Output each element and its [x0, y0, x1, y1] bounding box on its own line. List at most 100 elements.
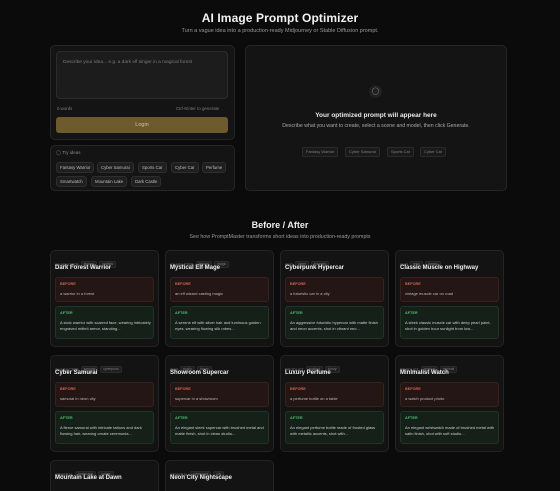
- before-text: supercar in a showroom: [175, 396, 218, 401]
- before-text: a watch product photo: [405, 396, 445, 401]
- card-title: Mystical Elf Mage: [170, 265, 221, 271]
- output-placeholder-desc: Describe what you want to create, select…: [282, 123, 470, 129]
- before-text: a perfume bottle on a table: [290, 396, 338, 401]
- before-box: BEFORE a warrior in a forest: [55, 277, 154, 302]
- before-box: BEFORE a watch product photo: [400, 382, 499, 407]
- before-text: a futuristic car in a city: [290, 291, 330, 296]
- idea-chip[interactable]: Smartwatch: [56, 176, 87, 187]
- card-category-line: CAR studio luxury: [170, 361, 212, 374]
- card-title: Showroom Supercar: [170, 370, 229, 376]
- after-box: AFTER A stoic warrior with scarred face, …: [55, 306, 154, 339]
- idea-textarea[interactable]: Describe your idea... e.g. a dark elf si…: [56, 51, 228, 99]
- before-text: vintage muscle car on road: [405, 291, 454, 296]
- shortcut-hint: Ctrl+Enter to generate: [176, 106, 220, 111]
- output-idea-chip[interactable]: Sports Car: [387, 147, 415, 157]
- page-subtitle: Turn a vague idea into a production-read…: [181, 28, 379, 34]
- after-label: AFTER: [60, 416, 73, 420]
- output-placeholder-title: Your optimized prompt will appear here: [315, 112, 437, 119]
- after-box: AFTER An elegant wristwatch made of brush…: [400, 411, 499, 444]
- before-text: a warrior in a forest: [60, 291, 95, 296]
- card-tag: cyberpunk: [100, 366, 122, 374]
- after-text: A serene elf with silver hair and lumino…: [175, 320, 261, 331]
- before-box: BEFORE an elf wizard casting magic: [170, 277, 269, 302]
- card-title: Dark Forest Warrior: [55, 265, 112, 271]
- showcase-title: Before / After: [251, 220, 309, 230]
- card-category-line: GENERAL cyberpunk city: [170, 466, 225, 479]
- after-box: AFTER A sleek classic muscle car with dee…: [400, 306, 499, 339]
- card-category-line: PRODUCT product luxury: [285, 361, 340, 374]
- card-title: Neon City Nightscape: [170, 475, 233, 481]
- after-text: A fierce samurai with intricate tattoos …: [60, 425, 142, 436]
- idea-chip[interactable]: Mountain Lake: [91, 176, 128, 187]
- card-category-line: GENERAL landscape nature: [55, 466, 114, 479]
- example-card[interactable]: CAR retro classic Classic Muscle on Highway…: [395, 250, 504, 347]
- before-label: BEFORE: [175, 387, 191, 391]
- example-card[interactable]: CAR studio luxury Showroom Supercar BEFORE su…: [165, 355, 274, 452]
- after-text: An elegant sleek supercar with brushed m…: [175, 425, 264, 436]
- after-text: An elegant perfume bottle made of froste…: [290, 425, 376, 436]
- example-card[interactable]: CHARACTER fantasy magic Mystical Elf Mage BE…: [165, 250, 274, 347]
- example-card[interactable]: PRODUCT product minimal Minimalist Watch BEF…: [395, 355, 504, 452]
- idea-chip[interactable]: Perfume: [202, 162, 227, 173]
- card-category-line: CAR retro classic: [400, 256, 441, 269]
- after-label: AFTER: [405, 416, 418, 420]
- after-box: AFTER A serene elf with silver hair and l…: [170, 306, 269, 339]
- example-card[interactable]: PRODUCT product luxury Luxury Perfume BEFORE…: [280, 355, 389, 452]
- before-box: BEFORE a futuristic car in a city: [285, 277, 384, 302]
- login-button[interactable]: Login: [56, 117, 228, 133]
- example-card[interactable]: GENERAL cyberpunk city Neon City Nightscape: [165, 460, 274, 491]
- showcase-subtitle: See how PromptMaster transforms short id…: [189, 234, 371, 240]
- after-label: AFTER: [175, 311, 188, 315]
- card-title: Luxury Perfume: [285, 370, 331, 376]
- after-box: AFTER A fierce samurai with intricate tat…: [55, 411, 154, 444]
- after-text: A sleek classic muscle car with deep pea…: [405, 320, 491, 331]
- idea-chip[interactable]: Cyber Samurai: [97, 162, 134, 173]
- before-text: an elf wizard casting magic: [175, 291, 224, 296]
- after-text: An elegant wristwatch made of brushed me…: [405, 425, 495, 436]
- output-idea-chip[interactable]: Cyber Samurai: [345, 147, 380, 157]
- before-box: BEFORE samurai in neon city: [55, 382, 154, 407]
- example-card[interactable]: CHARACTER samurai cyberpunk Cyber Samurai BE…: [50, 355, 159, 452]
- try-ideas-label: Try ideas: [62, 150, 81, 155]
- after-box: AFTER An elegant perfume bottle made of f…: [285, 411, 384, 444]
- idea-chip[interactable]: Dark Castle: [131, 176, 162, 187]
- lightbulb-icon: ◯: [369, 85, 382, 98]
- idea-placeholder: Describe your idea... e.g. a dark elf si…: [63, 60, 193, 65]
- card-category-line: CHARACTER fantasy realistic: [55, 256, 117, 269]
- before-box: BEFORE a perfume bottle on a table: [285, 382, 384, 407]
- idea-chip[interactable]: Cyber Car: [171, 162, 199, 173]
- output-idea-chip[interactable]: Fantasy Warrior: [302, 147, 339, 157]
- after-box: AFTER An aggressive futuristic hypercar w…: [285, 306, 384, 339]
- output-idea-chip[interactable]: Cyber Car: [420, 147, 447, 157]
- page-title: AI Image Prompt Optimizer: [201, 11, 359, 25]
- try-ideas-header: ◯ Try ideas: [56, 150, 81, 156]
- card-title: Cyber Samurai: [55, 370, 98, 376]
- after-label: AFTER: [290, 311, 303, 315]
- idea-chip[interactable]: Sports Car: [138, 162, 167, 173]
- after-label: AFTER: [405, 311, 418, 315]
- example-card[interactable]: CAR cyber futuristic Cyberpunk Hypercar BEFO…: [280, 250, 389, 347]
- before-label: BEFORE: [405, 282, 421, 286]
- before-label: BEFORE: [405, 387, 421, 391]
- after-text: An aggressive futuristic hypercar with m…: [290, 320, 378, 331]
- card-title: Minimalist Watch: [400, 370, 449, 376]
- after-label: AFTER: [290, 416, 303, 420]
- after-label: AFTER: [60, 311, 73, 315]
- example-card[interactable]: GENERAL landscape nature Mountain Lake at D…: [50, 460, 159, 491]
- card-category-line: CHARACTER samurai cyberpunk: [55, 361, 122, 374]
- before-text: samurai in neon city: [60, 396, 96, 401]
- before-box: BEFORE vintage muscle car on road: [400, 277, 499, 302]
- card-title: Mountain Lake at Dawn: [55, 475, 122, 481]
- example-card[interactable]: CHARACTER fantasy realistic Dark Forest War…: [50, 250, 159, 347]
- after-box: AFTER An elegant sleek supercar with brus…: [170, 411, 269, 444]
- card-category-line: CAR cyber futuristic: [285, 256, 330, 269]
- lightbulb-icon: ◯: [56, 150, 62, 155]
- word-count: 0 words: [57, 106, 73, 111]
- idea-chip[interactable]: Fantasy Warrior: [56, 162, 95, 173]
- before-label: BEFORE: [60, 282, 76, 286]
- before-label: BEFORE: [60, 387, 76, 391]
- before-label: BEFORE: [175, 282, 191, 286]
- card-title: Cyberpunk Hypercar: [285, 265, 345, 271]
- before-label: BEFORE: [290, 282, 306, 286]
- before-box: BEFORE supercar in a showroom: [170, 382, 269, 407]
